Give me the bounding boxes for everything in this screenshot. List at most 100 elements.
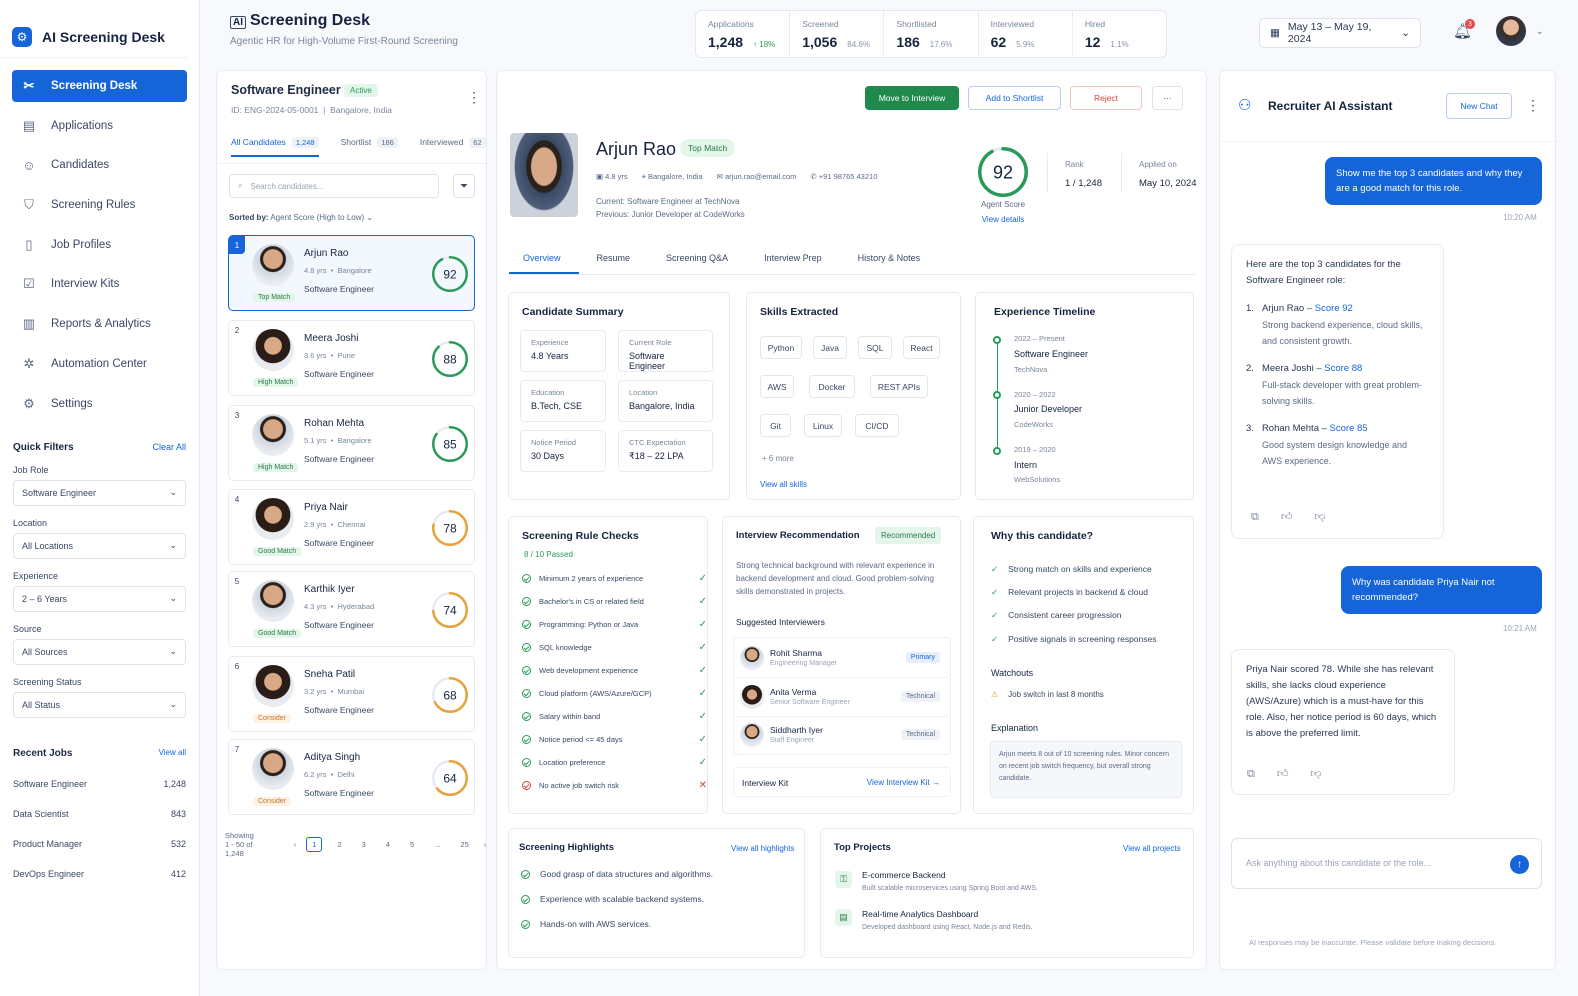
clear-all-link[interactable]: Clear All bbox=[152, 442, 186, 453]
date-range-picker[interactable]: ▦ May 13 – May 19, 2024 ⌄ bbox=[1259, 18, 1421, 48]
highlight-text: Good grasp of data structures and algori… bbox=[540, 869, 713, 879]
interview-kit-row[interactable]: Interview Kit View Interview Kit → bbox=[733, 767, 951, 797]
recent-job-item[interactable]: Data Scientist 843 bbox=[13, 809, 186, 819]
prev-page-icon[interactable]: ‹ bbox=[294, 840, 297, 849]
more-vertical-icon[interactable]: ⋮ bbox=[467, 89, 481, 106]
send-icon[interactable]: ↑ bbox=[1510, 855, 1529, 874]
card-title: Experience Timeline bbox=[994, 306, 1096, 318]
skill-chip[interactable]: Git bbox=[760, 414, 791, 437]
nav-screening-rules[interactable]: ⛉ Screening Rules bbox=[12, 189, 187, 221]
recent-job-item[interactable]: Product Manager 532 bbox=[13, 839, 186, 849]
new-chat-button[interactable]: New Chat bbox=[1446, 93, 1512, 119]
copy-icon[interactable]: ⧉ bbox=[1251, 509, 1259, 525]
recent-job-item[interactable]: Software Engineer 1,248 bbox=[13, 779, 186, 789]
item-score[interactable]: Score 88 bbox=[1324, 363, 1362, 374]
recent-job-item[interactable]: DevOps Engineer 412 bbox=[13, 869, 186, 879]
copy-icon[interactable]: ⧉ bbox=[1247, 766, 1255, 782]
thumbs-up-icon[interactable]: 👍︎ bbox=[1281, 509, 1293, 525]
tab-overview[interactable]: Overview bbox=[509, 251, 579, 274]
page-3[interactable]: 3 bbox=[357, 838, 371, 851]
candidate-card[interactable]: 3 High Match Rohan Mehta 5.1 yrs • Bangalor… bbox=[228, 405, 475, 481]
candidate-card[interactable]: 6 Consider Sneha Patil 3.2 yrs • Mumbai Soft… bbox=[228, 656, 475, 732]
project-name[interactable]: E-commerce Backend bbox=[862, 870, 946, 880]
tab-interview-prep[interactable]: Interview Prep bbox=[746, 251, 840, 274]
agent-score-label: Agent Score bbox=[980, 200, 1026, 209]
candidate-card[interactable]: 2 High Match Meera Joshi 3.6 yrs • Pune Soft… bbox=[228, 320, 475, 396]
item-score[interactable]: Score 92 bbox=[1315, 303, 1353, 314]
search-input[interactable]: ⌕ Search candidates... bbox=[229, 174, 439, 198]
interviewer-item[interactable]: Anita Verma Senior Software Engineer Techn… bbox=[736, 679, 948, 717]
view-all-projects-link[interactable]: View all projects bbox=[1123, 844, 1181, 853]
tab-history-notes[interactable]: History & Notes bbox=[840, 251, 939, 274]
nav-settings[interactable]: ⚙ Settings bbox=[12, 388, 187, 420]
skill-chip[interactable]: Python bbox=[760, 336, 802, 359]
stat-value: 62 5.9% bbox=[991, 34, 1060, 50]
chat-input[interactable]: Ask anything about this candidate or the… bbox=[1231, 838, 1542, 889]
nav-applications[interactable]: ▤ Applications bbox=[12, 110, 187, 142]
skill-chip[interactable]: Docker bbox=[809, 375, 855, 398]
status-select[interactable]: All Status ⌄ bbox=[13, 691, 186, 718]
page-5[interactable]: 5 bbox=[405, 838, 419, 851]
nav-reports[interactable]: ▥ Reports & Analytics bbox=[12, 308, 187, 340]
view-all-highlights-link[interactable]: View all highlights bbox=[731, 844, 794, 853]
chevron-down-icon: ⌄ bbox=[169, 487, 177, 497]
reject-button[interactable]: Reject bbox=[1070, 86, 1142, 110]
skill-chip[interactable]: AWS bbox=[760, 375, 794, 398]
skill-chip[interactable]: SQL bbox=[858, 336, 892, 359]
tab-shortlist[interactable]: Shortlist 186 bbox=[341, 137, 398, 157]
nav-screening-desk[interactable]: ✂ Screening Desk bbox=[12, 70, 187, 102]
page-25[interactable]: 25 bbox=[455, 838, 473, 851]
experience-select[interactable]: 2 – 6 Years ⌄ bbox=[13, 585, 186, 612]
location-select[interactable]: All Locations ⌄ bbox=[13, 532, 186, 559]
candidate-card[interactable]: 1 Top Match Arjun Rao 4.8 yrs • Bangalore So… bbox=[228, 235, 475, 311]
more-skills[interactable]: + 6 more bbox=[762, 454, 794, 463]
email[interactable]: ✉ arjun.rao@email.com bbox=[717, 172, 797, 182]
tab-resume[interactable]: Resume bbox=[579, 251, 649, 274]
filter-icon[interactable]: ⏷ bbox=[453, 174, 475, 198]
interviewer-item[interactable]: Rohit Sharma Engineering Manager Primary bbox=[736, 640, 948, 678]
view-interview-kit-link[interactable]: View Interview Kit → bbox=[867, 778, 940, 787]
phone[interactable]: ✆ +91 98765 43210 bbox=[810, 172, 877, 182]
job-role-select[interactable]: Software Engineer ⌄ bbox=[13, 479, 186, 506]
page-4[interactable]: 4 bbox=[381, 838, 395, 851]
tab-all-candidates[interactable]: All Candidates 1,248 bbox=[231, 137, 319, 157]
chevron-down-icon[interactable]: ⌄ bbox=[1536, 26, 1544, 37]
source-select[interactable]: All Sources ⌄ bbox=[13, 638, 186, 665]
view-all-jobs-link[interactable]: View all bbox=[159, 748, 186, 759]
view-details-link[interactable]: View details bbox=[967, 215, 1039, 224]
skill-chip[interactable]: CI/CD bbox=[855, 414, 899, 437]
candidate-card[interactable]: 7 Consider Aditya Singh 6.2 yrs • Delhi Soft… bbox=[228, 739, 475, 815]
skill-chip[interactable]: React bbox=[903, 336, 940, 359]
candidate-meta: 4.8 yrs • Bangalore bbox=[304, 266, 372, 275]
skill-chip[interactable]: Linux bbox=[804, 414, 842, 437]
app-logo[interactable]: ⚙ AI Screening Desk bbox=[0, 0, 187, 58]
interviewer-item[interactable]: Siddharth Iyer Staff Engineer Technical bbox=[736, 717, 948, 755]
thumbs-up-icon[interactable]: 👍︎ bbox=[1277, 766, 1289, 782]
candidate-card[interactable]: 4 Good Match Priya Nair 2.9 yrs • Chennai So… bbox=[228, 489, 475, 565]
nav-interview-kits[interactable]: ☑ Interview Kits bbox=[12, 268, 187, 300]
nav-candidates[interactable]: ☺ Candidates bbox=[12, 149, 187, 181]
page-1[interactable]: 1 bbox=[306, 837, 323, 852]
candidate-card[interactable]: 5 Good Match Karthik Iyer 4.3 yrs • Hyderab… bbox=[228, 571, 475, 647]
view-all-skills-link[interactable]: View all skills bbox=[760, 480, 807, 489]
nav-automation[interactable]: ✲ Automation Center bbox=[12, 348, 187, 380]
job-count: 843 bbox=[170, 808, 186, 819]
project-name[interactable]: Real-time Analytics Dashboard bbox=[862, 909, 978, 919]
user-avatar[interactable] bbox=[1496, 16, 1526, 46]
add-to-shortlist-button[interactable]: Add to Shortlist bbox=[968, 86, 1061, 110]
thumbs-down-icon[interactable]: 👎︎ bbox=[1310, 766, 1321, 782]
next-page-icon[interactable]: › bbox=[484, 840, 487, 849]
skill-chip[interactable]: Java bbox=[813, 336, 847, 359]
tab-screening-qa[interactable]: Screening Q&A bbox=[648, 251, 746, 274]
thumbs-down-icon[interactable]: 👎︎ bbox=[1314, 509, 1325, 525]
move-to-interview-button[interactable]: Move to Interview bbox=[865, 86, 959, 110]
sort-dropdown[interactable]: Sorted by: Agent Score (High to Low) ⌄ bbox=[229, 213, 373, 222]
nav-job-profiles[interactable]: ▯ Job Profiles bbox=[12, 229, 187, 261]
rule-text: No active job switch risk bbox=[539, 781, 620, 790]
skill-chip[interactable]: REST APIs bbox=[870, 375, 928, 398]
more-vertical-icon[interactable]: ⋮ bbox=[1526, 97, 1540, 114]
page-2[interactable]: 2 bbox=[332, 838, 346, 851]
tab-interviewed[interactable]: Interviewed 62 bbox=[420, 137, 486, 157]
item-score[interactable]: Score 85 bbox=[1330, 423, 1368, 434]
more-actions-button[interactable]: ··· bbox=[1152, 86, 1183, 110]
